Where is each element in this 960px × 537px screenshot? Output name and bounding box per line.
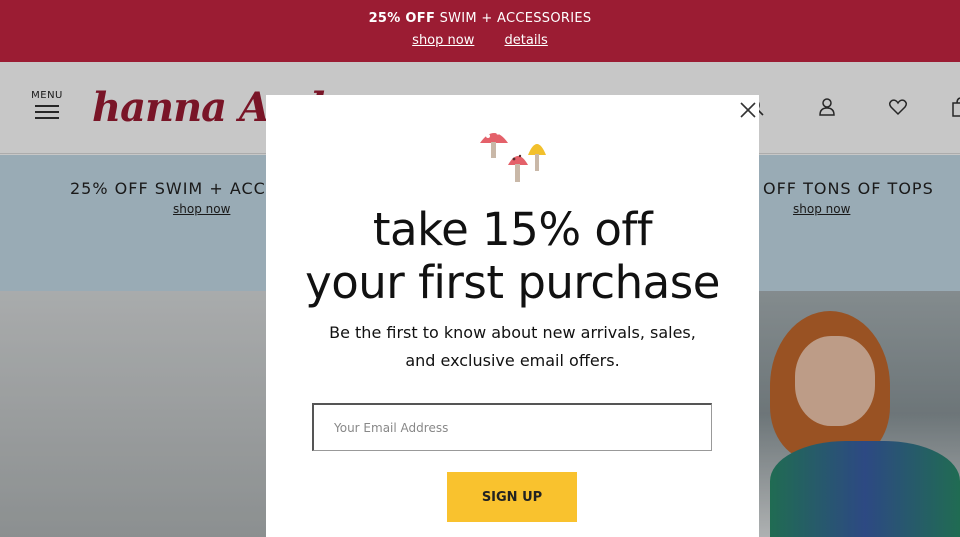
modal-subtitle: Be the first to know about new arrivals,… [266,319,759,375]
promo-bar: 25% OFF SWIM + ACCESSORIES shop now deta… [0,0,960,62]
promo-shop-now-link[interactable]: shop now [412,33,474,48]
promo-links: shop now details [0,33,960,48]
sign-up-button[interactable]: SIGN UP [447,472,577,522]
promo-message: 25% OFF SWIM + ACCESSORIES [0,11,960,26]
email-field[interactable] [312,403,712,451]
close-icon[interactable] [738,100,758,120]
modal-title-line2: your first purchase [305,256,720,309]
modal-subtitle-line1: Be the first to know about new arrivals,… [329,323,696,342]
promo-text: SWIM + ACCESSORIES [439,11,592,26]
modal-subtitle-line2: and exclusive email offers. [405,351,620,370]
mushrooms-icon [480,131,546,182]
promo-details-link[interactable]: details [505,33,548,48]
modal-title-line1: take 15% off [372,203,653,256]
email-signup-modal: take 15% off your first purchase Be the … [266,95,759,537]
promo-discount: 25% OFF [368,11,436,26]
modal-title: take 15% off your first purchase [266,203,759,309]
